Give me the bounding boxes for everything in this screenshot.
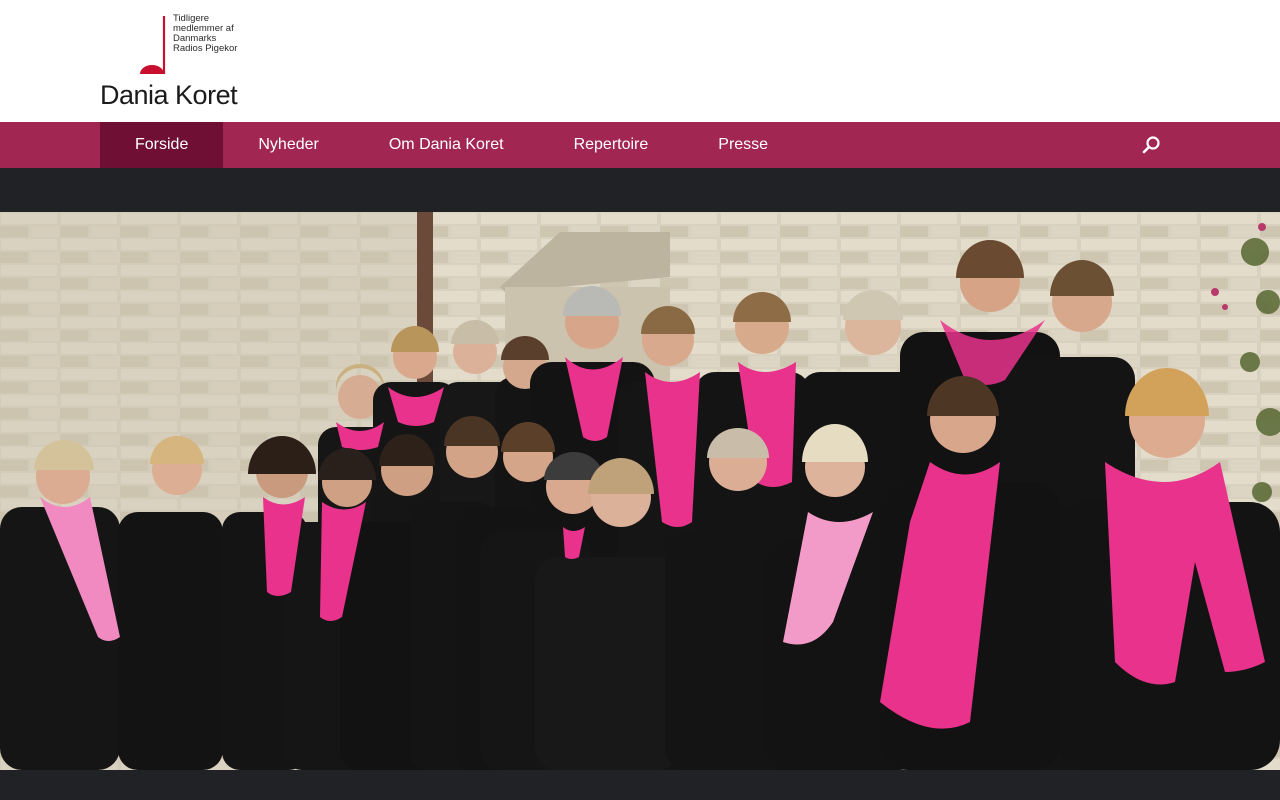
logo-name: Dania Koret bbox=[100, 80, 238, 110]
dark-band bbox=[0, 168, 1280, 212]
choir-group-photo bbox=[0, 212, 1280, 770]
hero-image bbox=[0, 212, 1280, 770]
nav-item-nyheder[interactable]: Nyheder bbox=[223, 122, 353, 168]
nav-item-repertoire[interactable]: Repertoire bbox=[539, 122, 684, 168]
nav-item-presse[interactable]: Presse bbox=[683, 122, 803, 168]
search-button[interactable] bbox=[1138, 131, 1164, 159]
site-logo[interactable]: Tidligere medlemmer af Danmarks Radios P… bbox=[100, 13, 240, 111]
nav-item-forside[interactable]: Forside bbox=[100, 122, 224, 168]
main-nav: Forside Nyheder Om Dania Koret Repertoir… bbox=[0, 122, 1280, 168]
search-icon bbox=[1142, 136, 1160, 154]
footer-band bbox=[0, 770, 1280, 800]
nav-item-om-dania-koret[interactable]: Om Dania Koret bbox=[354, 122, 539, 168]
nav-list: Forside Nyheder Om Dania Koret Repertoir… bbox=[100, 122, 803, 168]
logo-tagline: Tidligere medlemmer af Danmarks Radios P… bbox=[173, 13, 238, 54]
site-header: Tidligere medlemmer af Danmarks Radios P… bbox=[0, 0, 1280, 122]
